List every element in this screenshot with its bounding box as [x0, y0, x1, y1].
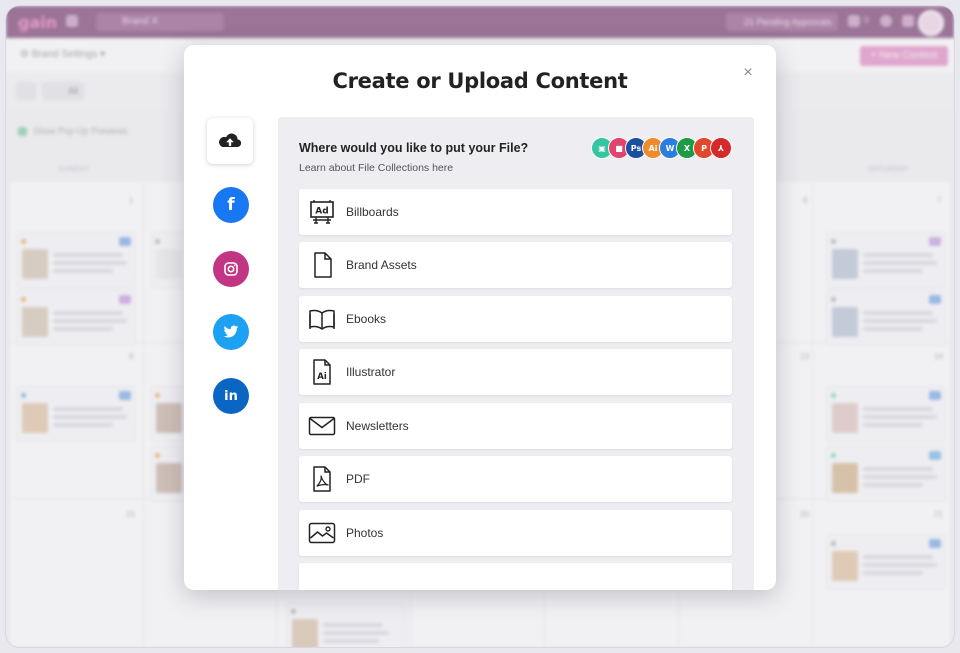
collection-option-brand-assets[interactable]: Brand Assets — [299, 242, 732, 288]
collection-option-newsletters[interactable]: Newsletters — [299, 403, 732, 449]
instagram-source-button[interactable] — [213, 251, 249, 287]
collection-option-billboards[interactable]: Ad Billboards — [299, 189, 732, 235]
option-label: Ebooks — [346, 312, 387, 326]
option-label: Photos — [346, 526, 384, 540]
instagram-icon — [224, 262, 238, 276]
facebook-source-button[interactable]: f — [213, 187, 249, 223]
option-label: Brand Assets — [346, 258, 417, 272]
facebook-icon: f — [227, 195, 235, 215]
option-label: Illustrator — [346, 365, 396, 379]
pdf-file-icon — [313, 466, 331, 492]
option-label: Billboards — [346, 205, 399, 219]
option-label: Newsletters — [346, 419, 409, 433]
envelope-icon — [308, 416, 336, 436]
collection-option-illustrator[interactable]: Ai Illustrator — [299, 349, 732, 395]
twitter-icon — [223, 325, 239, 338]
book-icon — [309, 309, 335, 330]
destination-question: Where would you like to put your File? — [299, 141, 529, 155]
collection-option-ebooks[interactable]: Ebooks — [299, 296, 732, 342]
svg-text:Ai: Ai — [317, 372, 327, 382]
option-label: PDF — [346, 472, 370, 486]
illustrator-file-icon: Ai — [313, 359, 331, 385]
linkedin-source-button[interactable]: in — [213, 378, 249, 414]
learn-file-collections-link[interactable]: Learn about File Collections here — [299, 162, 453, 174]
photo-icon — [308, 522, 336, 544]
file-collection-panel: Where would you like to put your File? L… — [278, 117, 754, 590]
upload-source-button[interactable] — [207, 118, 253, 164]
cloud-upload-icon — [219, 133, 242, 147]
create-upload-modal: Create or Upload Content × f in Where wo… — [184, 45, 776, 590]
document-icon — [314, 252, 332, 278]
modal-title: Create or Upload Content — [332, 69, 628, 93]
twitter-source-button[interactable] — [213, 314, 249, 350]
billboard-icon: Ad — [310, 200, 334, 224]
collection-option-photos[interactable]: Photos — [299, 510, 732, 556]
collection-option-pdf[interactable]: PDF — [299, 456, 732, 502]
pdf-file-icon: ⅄ — [710, 137, 732, 159]
collection-option-partial[interactable] — [299, 563, 732, 590]
svg-text:Ad: Ad — [315, 207, 328, 217]
close-icon[interactable]: × — [740, 65, 756, 81]
linkedin-icon: in — [224, 388, 238, 404]
